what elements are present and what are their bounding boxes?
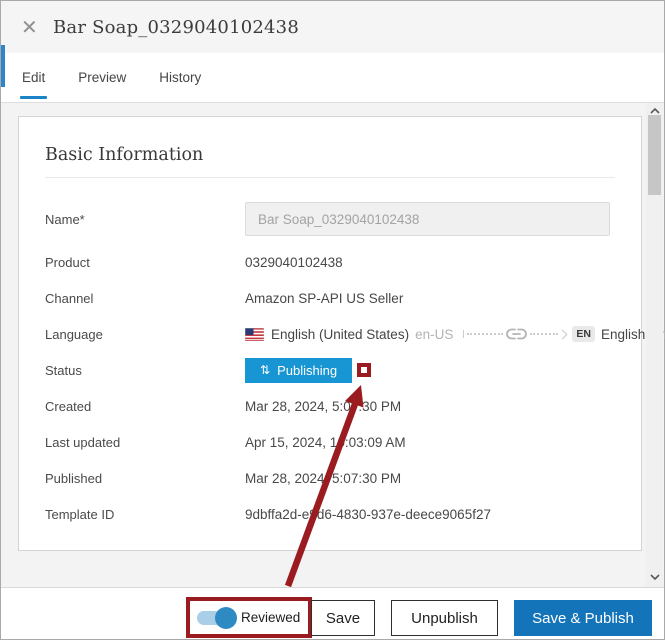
product-label: Product [45, 255, 245, 270]
published-label: Published [45, 471, 245, 486]
scrollbar-thumb[interactable] [648, 115, 661, 195]
toggle-knob [215, 607, 237, 629]
unpublish-button[interactable]: Unpublish [391, 600, 498, 636]
content-scroll-area: Basic Information Name* Product 03290401… [1, 103, 664, 587]
name-input[interactable] [245, 202, 610, 236]
field-row-language: Language English (United States) en-US [45, 316, 615, 352]
created-value: Mar 28, 2024, 5:07:30 PM [245, 399, 401, 414]
field-row-published: Published Mar 28, 2024, 5:07:30 PM [45, 460, 615, 496]
annotation-box-reviewed: Reviewed [186, 597, 312, 638]
field-row-created: Created Mar 28, 2024, 5:07:30 PM [45, 388, 615, 424]
target-language-name: English [601, 327, 645, 342]
tab-preview[interactable]: Preview [78, 53, 126, 102]
status-badge[interactable]: ⇅ Publishing [245, 358, 352, 383]
connector-tick [463, 330, 464, 338]
last-updated-value: Apr 15, 2024, 10:03:09 AM [245, 435, 406, 450]
save-and-publish-button[interactable]: Save & Publish [514, 600, 652, 636]
scroll-down-icon[interactable] [646, 569, 663, 585]
chevron-right-icon [558, 329, 568, 339]
footer-action-bar: Reviewed Save Unpublish Save & Publish [1, 587, 664, 639]
template-id-value: 9dbffa2d-e9d6-4830-937e-deece9065f27 [245, 507, 491, 522]
tab-edit[interactable]: Edit [22, 53, 45, 102]
connector-dash-right [530, 333, 558, 335]
tab-history[interactable]: History [159, 53, 201, 102]
status-label: Status [45, 363, 245, 378]
field-row-template-id: Template ID 9dbffa2d-e9d6-4830-937e-deec… [45, 496, 615, 532]
product-value: 0329040102438 [245, 255, 343, 270]
section-divider [45, 177, 615, 178]
name-label: Name* [45, 212, 245, 227]
language-label: Language [45, 327, 245, 342]
field-row-product: Product 0329040102438 [45, 244, 615, 280]
dialog-title: Bar Soap_0329040102438 [53, 17, 299, 38]
published-value: Mar 28, 2024, 5:07:30 PM [245, 471, 401, 486]
publish-transfer-icon: ⇅ [260, 364, 270, 376]
template-id-label: Template ID [45, 507, 245, 522]
field-row-name: Name* [45, 202, 615, 236]
annotation-box-status [357, 363, 371, 377]
us-flag-icon [245, 328, 264, 341]
field-row-channel: Channel Amazon SP-API US Seller [45, 280, 615, 316]
connector-dash-left [467, 333, 503, 335]
save-button[interactable]: Save [311, 600, 375, 636]
basic-information-panel: Basic Information Name* Product 03290401… [18, 116, 642, 551]
close-icon[interactable]: ✕ [21, 17, 47, 37]
target-language-badge: EN [572, 326, 595, 342]
dialog-titlebar: ✕ Bar Soap_0329040102438 [1, 1, 664, 53]
language-link-connector [463, 328, 566, 340]
link-icon [506, 328, 527, 340]
vertical-scrollbar[interactable] [646, 103, 663, 587]
last-updated-label: Last updated [45, 435, 245, 450]
reviewed-toggle-label: Reviewed [241, 610, 300, 625]
reviewed-toggle[interactable] [197, 610, 235, 626]
section-heading: Basic Information [45, 117, 615, 165]
channel-label: Channel [45, 291, 245, 306]
field-row-last-updated: Last updated Apr 15, 2024, 10:03:09 AM [45, 424, 615, 460]
language-value: English (United States) en-US [245, 326, 615, 342]
field-row-status: Status ⇅ Publishing [45, 352, 615, 388]
tab-bar: Edit Preview History [1, 53, 664, 103]
source-language-name: English (United States) [271, 327, 409, 342]
channel-value: Amazon SP-API US Seller [245, 291, 403, 306]
status-badge-text: Publishing [277, 363, 337, 378]
source-language-code: en-US [415, 327, 453, 342]
left-accent-strip [1, 45, 5, 87]
created-label: Created [45, 399, 245, 414]
